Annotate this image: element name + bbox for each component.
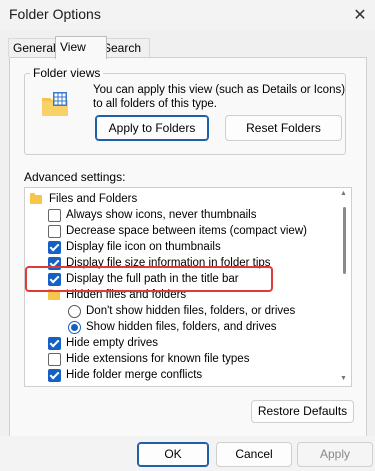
- scroll-down-icon[interactable]: ▼: [340, 375, 347, 382]
- list-item-label: Decrease space between items (compact vi…: [66, 225, 307, 237]
- highlight-annotation: [25, 266, 273, 292]
- reset-folders-button[interactable]: Reset Folders: [225, 115, 342, 141]
- radio[interactable]: [68, 305, 81, 318]
- checkbox-checked[interactable]: [48, 337, 61, 350]
- list-item-label: Display file icon on thumbnails: [66, 241, 221, 253]
- window-title: Folder Options: [9, 6, 101, 22]
- folder-views-description: You can apply this view (such as Details…: [93, 84, 346, 110]
- tab-general[interactable]: General: [8, 38, 62, 57]
- scroll-up-icon[interactable]: ▲: [340, 190, 347, 197]
- checkbox[interactable]: [48, 209, 61, 222]
- close-button[interactable]: ✕: [345, 0, 375, 30]
- folder-views-legend: Folder views: [30, 66, 104, 80]
- checkbox-checked[interactable]: [48, 369, 61, 382]
- folder-icon: [30, 193, 42, 204]
- restore-defaults-button[interactable]: Restore Defaults: [251, 400, 354, 423]
- list-item-label: Don't show hidden files, folders, or dri…: [86, 305, 296, 317]
- advanced-settings-label: Advanced settings:: [24, 170, 126, 184]
- folder-grid-icon: [40, 90, 70, 118]
- list-item-label: Hide empty drives: [66, 337, 159, 349]
- cancel-button[interactable]: Cancel: [216, 442, 292, 467]
- list-item-label: Show hidden files, folders, and drives: [86, 321, 277, 333]
- checkbox[interactable]: [48, 225, 61, 238]
- radio-selected[interactable]: [68, 321, 81, 334]
- folder-icon: [48, 289, 60, 300]
- checkbox-checked[interactable]: [48, 241, 61, 254]
- apply-button[interactable]: Apply: [297, 442, 373, 467]
- checkbox[interactable]: [48, 353, 61, 366]
- ok-button[interactable]: OK: [137, 442, 209, 467]
- list-item-label: Always show icons, never thumbnails: [66, 209, 257, 221]
- list-item-label: Hide extensions for known file types: [66, 353, 250, 365]
- tab-view[interactable]: View: [55, 36, 107, 59]
- scrollbar-thumb[interactable]: [343, 207, 346, 274]
- apply-to-folders-button[interactable]: Apply to Folders: [95, 115, 209, 141]
- list-item-label: Hide folder merge conflicts: [66, 369, 203, 381]
- list-item-label: Files and Folders: [49, 193, 138, 205]
- close-icon: ✕: [353, 7, 367, 24]
